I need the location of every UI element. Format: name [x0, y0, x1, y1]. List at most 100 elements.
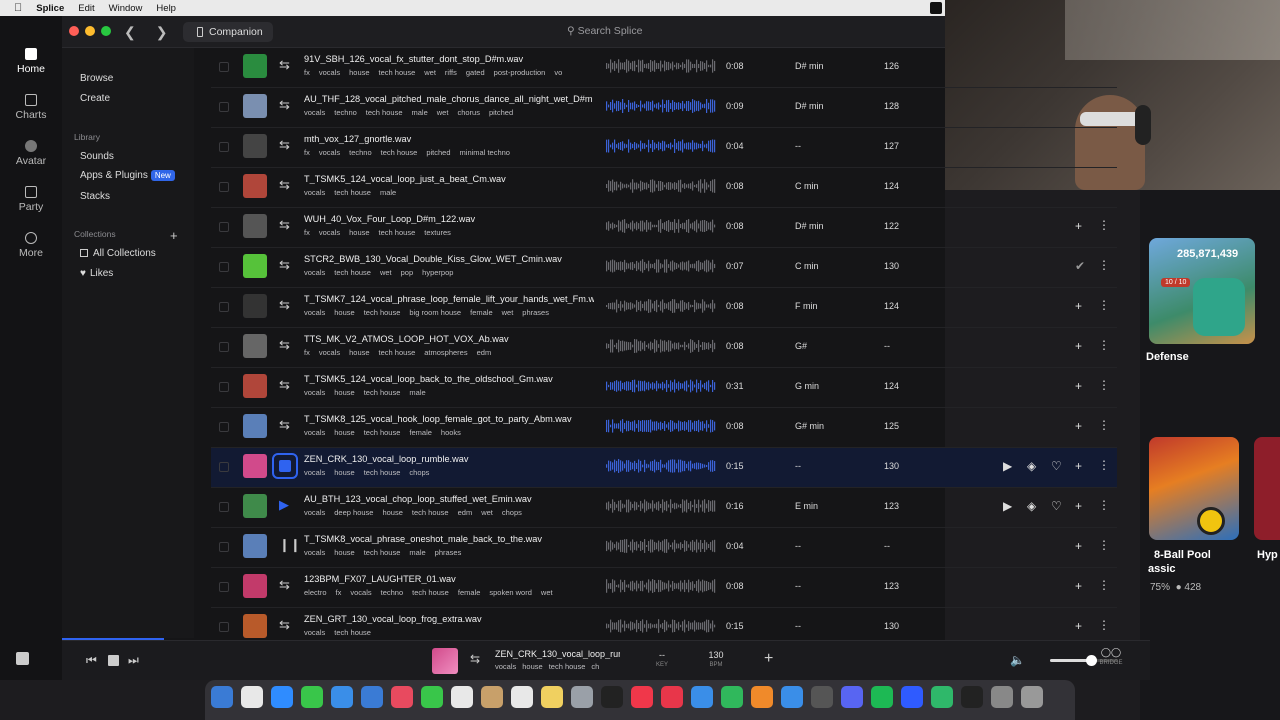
more-options-icon[interactable]: ⋮ [1098, 538, 1110, 552]
tag[interactable]: tech house [379, 68, 416, 77]
more-options-icon[interactable]: ⋮ [1098, 218, 1110, 232]
waveform[interactable] [606, 338, 716, 354]
close-window-button[interactable] [69, 26, 79, 36]
player-tag[interactable]: house [522, 662, 542, 671]
tag[interactable]: wet [541, 588, 553, 597]
added-check-icon[interactable]: ✔ [1075, 259, 1085, 273]
tag[interactable]: riffs [445, 68, 457, 77]
more-options-icon[interactable]: ⋮ [1098, 498, 1110, 512]
sample-filename[interactable]: T_TSMK8_125_vocal_hook_loop_female_got_t… [304, 414, 594, 424]
tag[interactable]: wet [380, 268, 392, 277]
track-row[interactable]: ⇆ T_TSMK5_124_vocal_loop_back_to_the_old… [211, 368, 1117, 408]
more-options-icon[interactable]: ⋮ [1098, 258, 1110, 272]
add-icon[interactable]: + [1075, 379, 1082, 393]
tag[interactable]: vocals [304, 308, 325, 317]
more-options-icon[interactable]: ⋮ [1098, 298, 1110, 312]
companion-button[interactable]: Companion [183, 22, 273, 42]
waveform[interactable] [606, 58, 716, 74]
tag[interactable]: techno [381, 588, 404, 597]
tag[interactable]: vocals [304, 428, 325, 437]
waveform[interactable] [606, 178, 716, 194]
sample-filename[interactable]: T_TSMK5_124_vocal_loop_back_to_the_oldsc… [304, 374, 594, 384]
tag[interactable]: tech house [412, 508, 449, 517]
sample-filename[interactable]: mth_vox_127_gnortle.wav [304, 134, 594, 144]
add-icon[interactable]: + [1075, 339, 1082, 353]
more-options-icon[interactable]: ⋮ [1098, 338, 1110, 352]
row-checkbox[interactable] [219, 422, 229, 432]
tag[interactable]: vocals [319, 348, 340, 357]
tag[interactable]: house [334, 468, 354, 477]
dock-app-icon[interactable] [871, 686, 893, 708]
tag[interactable]: minimal techno [460, 148, 510, 157]
track-row[interactable]: ⇆ T_TSMK7_124_vocal_phrase_loop_female_l… [211, 288, 1117, 328]
volume-icon[interactable]: 🔈 [1010, 653, 1025, 667]
tag[interactable]: vocals [304, 108, 325, 117]
waveform[interactable] [606, 258, 716, 274]
waveform[interactable] [606, 218, 716, 234]
zoom-window-button[interactable] [101, 26, 111, 36]
add-icon[interactable]: + [1075, 499, 1082, 513]
dock-app-icon[interactable] [751, 686, 773, 708]
tag[interactable]: female [458, 588, 481, 597]
add-icon[interactable]: + [1075, 579, 1082, 593]
add-icon[interactable]: + [1075, 299, 1082, 313]
pack-artwork[interactable] [243, 574, 267, 598]
stack-icon[interactable]: ▶ [1003, 459, 1012, 473]
add-icon[interactable]: + [1075, 459, 1082, 473]
row-checkbox[interactable] [219, 142, 229, 152]
tag[interactable]: male [409, 388, 425, 397]
sample-filename[interactable]: ZEN_CRK_130_vocal_loop_rumble.wav [304, 454, 594, 464]
tag[interactable]: hyperpop [422, 268, 453, 277]
tag[interactable]: tech house [364, 308, 401, 317]
tag[interactable]: atmospheres [424, 348, 467, 357]
row-checkbox[interactable] [219, 502, 229, 512]
heart-icon[interactable]: ♡ [1051, 459, 1062, 473]
dock-app-icon[interactable] [991, 686, 1013, 708]
tag[interactable]: edm [458, 508, 473, 517]
tag[interactable]: electro [304, 588, 327, 597]
row-checkbox[interactable] [219, 462, 229, 472]
tag[interactable]: tech house [412, 588, 449, 597]
tag[interactable]: house [334, 548, 354, 557]
pack-artwork[interactable] [243, 294, 267, 318]
add-icon[interactable]: + [1075, 619, 1082, 633]
sample-filename[interactable]: T_TSMK5_124_vocal_loop_just_a_beat_Cm.wa… [304, 174, 594, 184]
dock-app-icon[interactable] [481, 686, 503, 708]
tag[interactable]: hooks [441, 428, 461, 437]
tag[interactable]: fx [304, 348, 310, 357]
row-checkbox[interactable] [219, 182, 229, 192]
apple-menu-icon[interactable]:  [14, 2, 22, 14]
dock-app-icon[interactable] [451, 686, 473, 708]
dock-app-icon[interactable] [811, 686, 833, 708]
waveform[interactable] [606, 538, 716, 554]
tag[interactable]: tech house [364, 388, 401, 397]
pack-artwork[interactable] [243, 454, 267, 478]
dock-app-icon[interactable] [781, 686, 803, 708]
rail-avatar[interactable]: Avatar [0, 140, 62, 167]
row-checkbox[interactable] [219, 342, 229, 352]
waveform[interactable] [606, 578, 716, 594]
sample-filename[interactable]: 123BPM_FX07_LAUGHTER_01.wav [304, 574, 594, 584]
tag[interactable]: techno [334, 108, 357, 117]
waveform[interactable] [606, 98, 716, 114]
tag[interactable]: big room house [409, 308, 461, 317]
tag[interactable]: vocals [304, 628, 325, 637]
tag[interactable]: tech house [334, 268, 371, 277]
tag[interactable]: tech house [364, 548, 401, 557]
rail-charts[interactable]: Charts [0, 94, 62, 121]
waveform[interactable] [606, 458, 716, 474]
player-tag[interactable]: vocals [495, 662, 516, 671]
more-options-icon[interactable]: ⋮ [1098, 578, 1110, 592]
row-checkbox[interactable] [219, 582, 229, 592]
tag[interactable]: chorus [457, 108, 480, 117]
dock-app-icon[interactable] [961, 686, 983, 708]
pack-artwork[interactable] [243, 414, 267, 438]
bridge-button[interactable]: ◯◯ BRIDGE [1096, 647, 1126, 666]
tag[interactable]: house [382, 508, 402, 517]
row-checkbox[interactable] [219, 622, 229, 632]
pack-artwork[interactable] [243, 494, 267, 518]
similar-icon[interactable]: ◈ [1027, 499, 1036, 513]
add-to-collection-icon[interactable]: + [764, 650, 773, 668]
tag[interactable]: house [334, 388, 354, 397]
sample-filename[interactable]: 91V_SBH_126_vocal_fx_stutter_dont_stop_D… [304, 54, 594, 64]
